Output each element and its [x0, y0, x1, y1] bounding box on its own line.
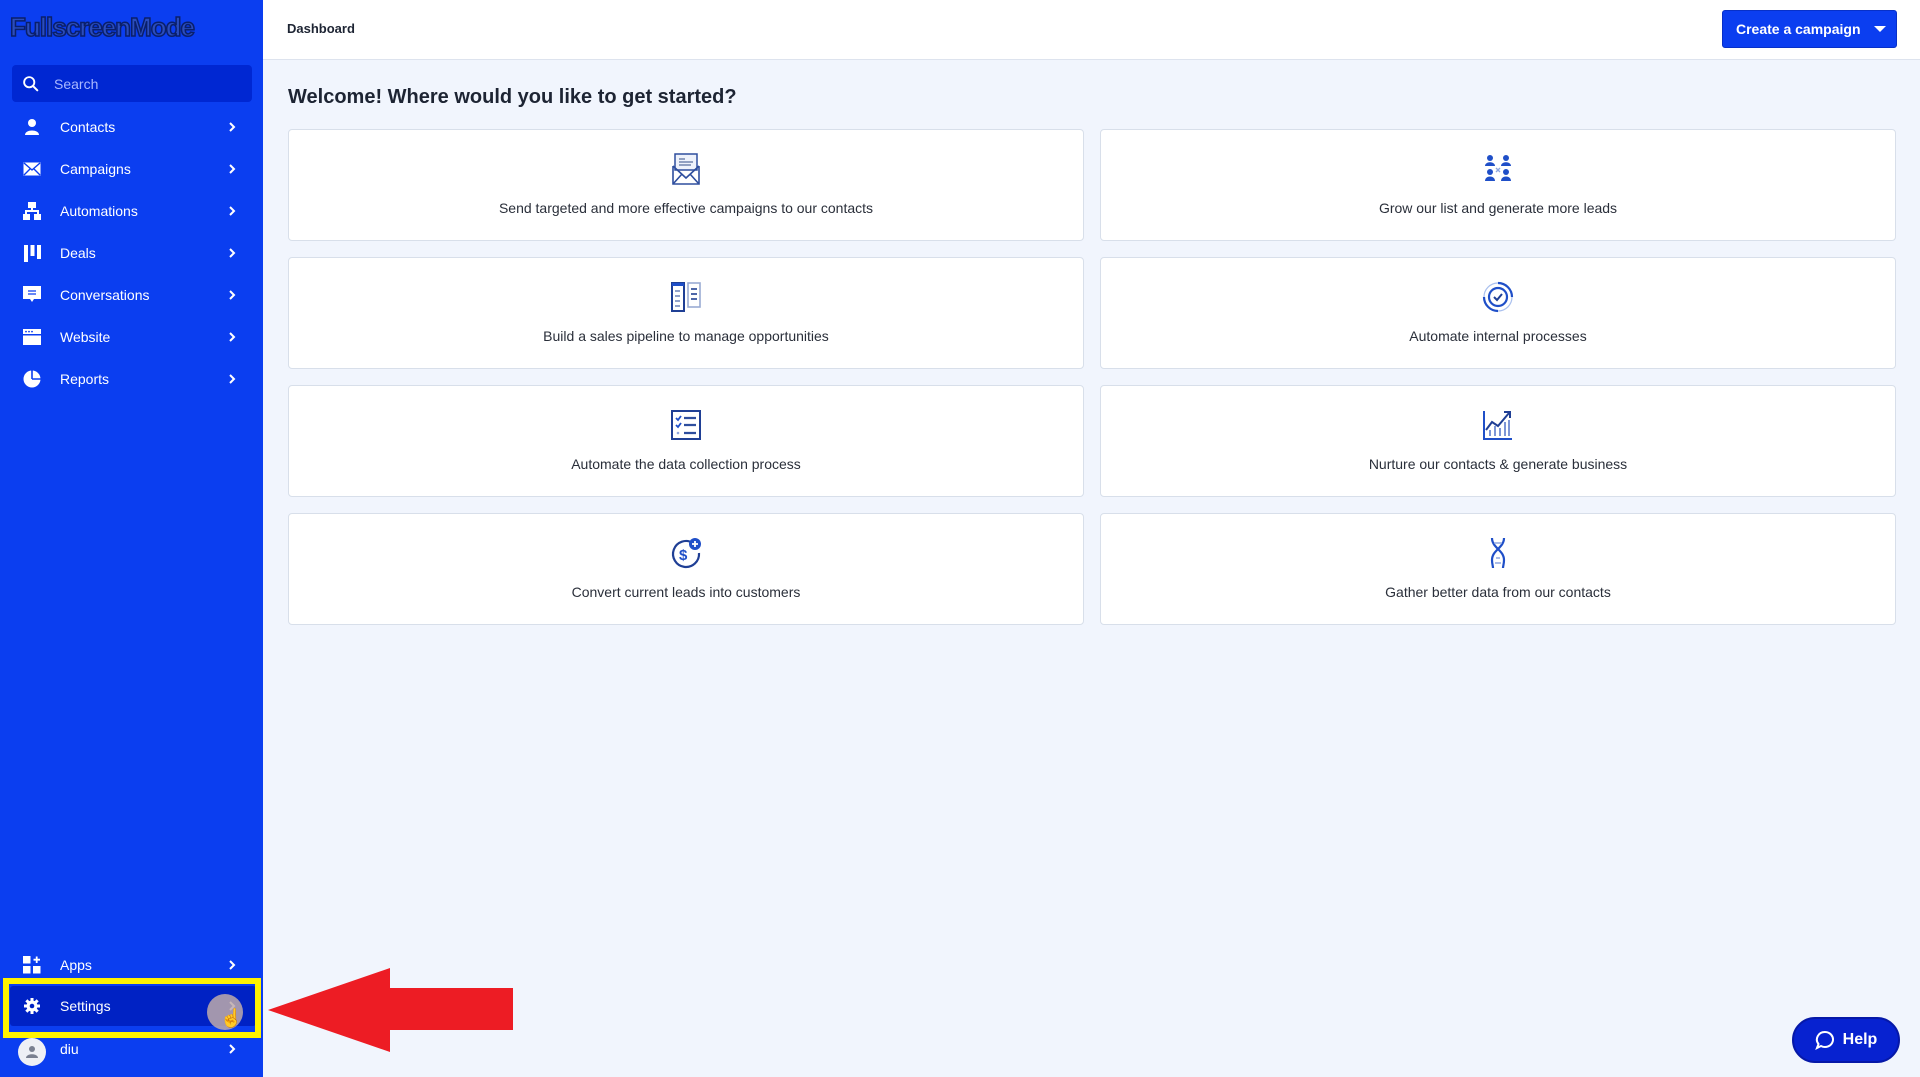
red-arrow-annotation: [268, 968, 513, 1052]
cycle-check-icon: [1482, 281, 1514, 313]
breadcrumb: Dashboard: [287, 21, 355, 36]
sidebar-item-deals[interactable]: Deals: [0, 233, 263, 273]
dollar-plus-icon: $: [671, 538, 701, 569]
kanban-icon: [22, 243, 42, 263]
card-label: Grow our list and generate more leads: [1378, 200, 1618, 216]
pipeline-columns-icon: [671, 282, 701, 312]
sidebar-item-label: Apps: [60, 957, 92, 973]
card-label: Automate the data collection process: [571, 456, 801, 472]
card-automate-internal[interactable]: Automate internal processes: [1100, 257, 1896, 369]
sidebar-item-reports[interactable]: Reports: [0, 359, 263, 399]
chevron-right-icon: [229, 206, 236, 216]
chevron-right-icon: [229, 248, 236, 258]
dna-icon: [1490, 537, 1506, 569]
card-label: Convert current leads into customers: [571, 584, 801, 600]
sidebar-item-contacts[interactable]: Contacts: [0, 107, 263, 147]
gear-icon: [22, 996, 42, 1016]
sidebar-item-campaigns[interactable]: Campaigns: [0, 149, 263, 189]
sidebar-item-label: Website: [60, 329, 111, 345]
card-convert-leads[interactable]: $ Convert current leads into customers: [288, 513, 1084, 625]
growth-chart-icon: [1483, 411, 1512, 440]
card-label: Send targeted and more effective campaig…: [498, 200, 874, 216]
create-campaign-label: Create a campaign: [1736, 21, 1861, 37]
sidebar-item-apps[interactable]: Apps: [0, 945, 263, 985]
svg-text:$: $: [679, 547, 688, 564]
card-label: Automate internal processes: [1409, 328, 1587, 344]
card-nurture-contacts[interactable]: Nurture our contacts & generate business: [1100, 385, 1896, 497]
sidebar: FullscreenMode Contacts Campaigns Automa…: [0, 0, 263, 1077]
chevron-right-icon: [229, 290, 236, 300]
chevron-right-icon: [229, 122, 236, 132]
hand-cursor-icon: ☝: [220, 1008, 243, 1028]
page-title: Welcome! Where would you like to get sta…: [288, 86, 737, 108]
sidebar-item-label: Settings: [60, 998, 111, 1014]
card-send-campaigns[interactable]: Send targeted and more effective campaig…: [288, 129, 1084, 241]
create-campaign-button[interactable]: Create a campaign: [1722, 10, 1897, 48]
envelope-icon: [22, 159, 42, 179]
app-logo: FullscreenMode: [9, 11, 195, 43]
sidebar-item-label: Conversations: [60, 287, 150, 303]
hierarchy-icon: [22, 201, 42, 221]
sidebar-item-conversations[interactable]: Conversations: [0, 275, 263, 315]
chat-bubble-icon: [1814, 1030, 1834, 1050]
top-bar: Dashboard: [263, 0, 1920, 60]
chevron-right-icon: [229, 960, 236, 970]
open-envelope-icon: [672, 153, 700, 185]
card-label: Nurture our contacts & generate business: [1368, 456, 1628, 472]
chevron-right-icon: [229, 164, 236, 174]
caret-down-icon[interactable]: [1874, 26, 1886, 32]
chevron-right-icon: [229, 1044, 236, 1054]
sidebar-item-label: Automations: [60, 203, 138, 219]
card-label: Gather better data from our contacts: [1385, 584, 1611, 600]
pie-chart-icon: [22, 369, 42, 389]
card-label: Build a sales pipeline to manage opportu…: [543, 328, 829, 344]
browser-icon: [22, 327, 42, 347]
avatar[interactable]: [18, 1038, 46, 1066]
people-group-icon: [1485, 155, 1511, 181]
checklist-icon: [671, 410, 701, 440]
card-data-collection[interactable]: Automate the data collection process: [288, 385, 1084, 497]
help-label: Help: [1842, 1031, 1878, 1048]
search-input[interactable]: [54, 75, 234, 92]
search-box[interactable]: [12, 65, 252, 102]
person-icon: [22, 117, 42, 137]
chevron-right-icon: [229, 374, 236, 384]
card-gather-data[interactable]: Gather better data from our contacts: [1100, 513, 1896, 625]
user-name: diu: [60, 1041, 79, 1057]
chat-icon: [22, 285, 42, 305]
sidebar-item-label: Reports: [60, 371, 110, 387]
sidebar-item-automations[interactable]: Automations: [0, 191, 263, 231]
card-grow-list[interactable]: Grow our list and generate more leads: [1100, 129, 1896, 241]
apps-grid-icon: [22, 955, 42, 975]
chevron-right-icon: [229, 332, 236, 342]
help-button[interactable]: Help: [1792, 1017, 1900, 1063]
sidebar-item-label: Campaigns: [60, 161, 131, 177]
card-sales-pipeline[interactable]: Build a sales pipeline to manage opportu…: [288, 257, 1084, 369]
sidebar-item-website[interactable]: Website: [0, 317, 263, 357]
search-icon: [23, 76, 39, 92]
sidebar-item-label: Deals: [60, 245, 96, 261]
sidebar-item-label: Contacts: [60, 119, 116, 135]
